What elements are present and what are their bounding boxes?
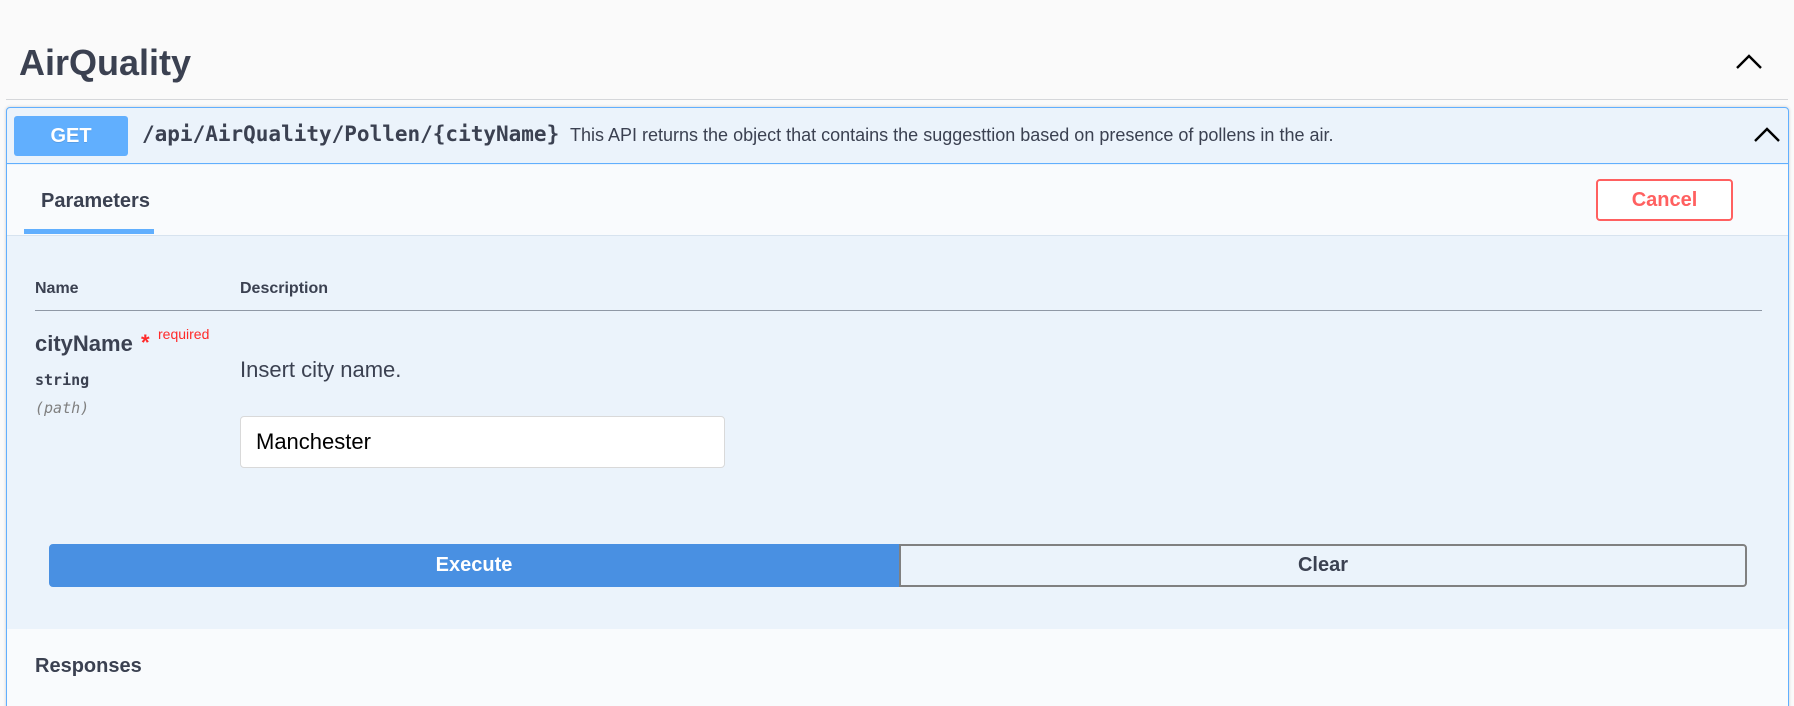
operation-path: /api/AirQuality/Pollen/{cityName}: [142, 122, 560, 146]
tag-title: AirQuality: [19, 42, 192, 83]
clear-button[interactable]: Clear: [899, 544, 1747, 587]
cancel-button[interactable]: Cancel: [1596, 179, 1733, 221]
parameter-type: string: [35, 371, 90, 389]
responses-section-header: Responses: [7, 629, 1788, 706]
operation-block: GET /api/AirQuality/Pollen/{cityName} Th…: [6, 107, 1789, 706]
operation-description: This API returns the object that contain…: [570, 125, 1334, 145]
operation-summary[interactable]: GET /api/AirQuality/Pollen/{cityName} Th…: [7, 108, 1788, 164]
parameters-section-header: Parameters Cancel: [7, 165, 1788, 236]
tag-section-header[interactable]: AirQuality: [6, 18, 1788, 100]
column-header-description: Description: [240, 280, 329, 297]
required-asterisk: *: [141, 330, 150, 355]
header-divider: [35, 310, 1762, 311]
city-name-input[interactable]: [240, 416, 725, 468]
column-header-name: Name: [35, 280, 79, 297]
chevron-up-icon[interactable]: [1734, 52, 1764, 72]
required-label: required: [158, 326, 210, 342]
chevron-up-icon[interactable]: [1752, 125, 1782, 145]
responses-title: Responses: [35, 655, 142, 677]
parameter-location: (path): [35, 399, 90, 417]
parameter-name: cityName: [35, 331, 133, 356]
parameter-description: Insert city name.: [240, 357, 402, 382]
method-badge: GET: [14, 116, 128, 156]
execute-button[interactable]: Execute: [49, 544, 899, 587]
execute-wrapper: Execute Clear: [49, 544, 1747, 587]
tab-parameters[interactable]: Parameters: [24, 179, 154, 234]
